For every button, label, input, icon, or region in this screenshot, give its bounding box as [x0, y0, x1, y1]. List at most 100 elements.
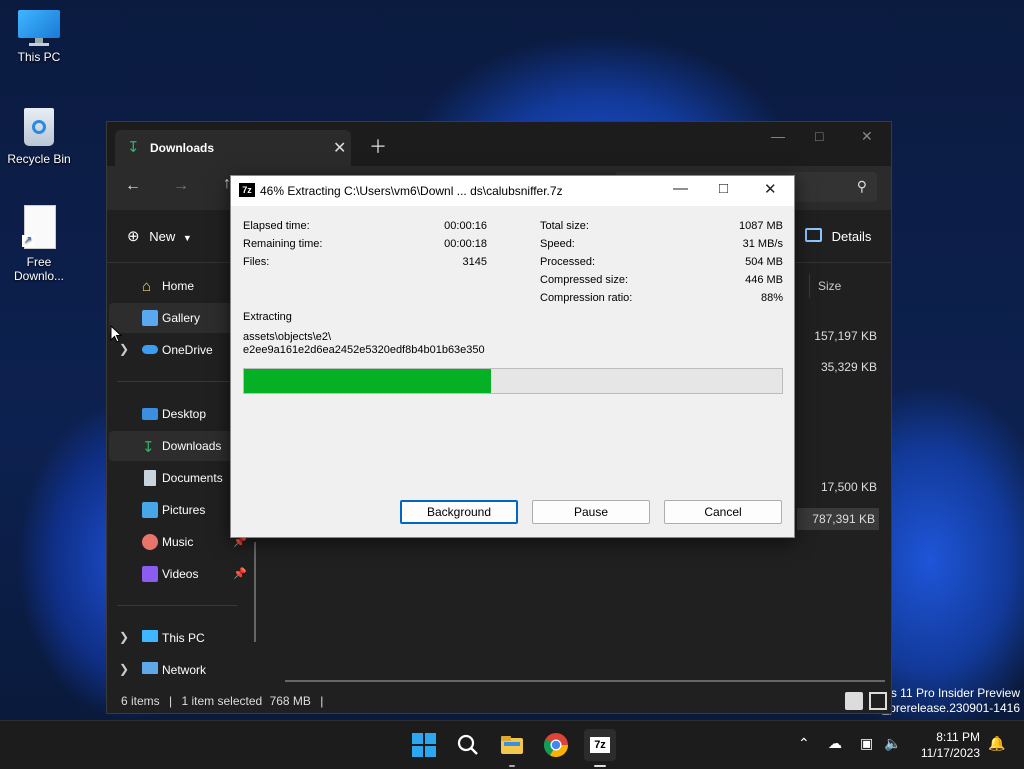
- chevron-right-icon[interactable]: ❯: [119, 662, 129, 676]
- details-view-icon[interactable]: [845, 692, 863, 710]
- clock-date: 11/17/2023: [920, 746, 980, 760]
- monitor-icon: [18, 10, 60, 46]
- start-windows-icon[interactable]: [408, 729, 440, 761]
- desktop-icon-label: Recycle Bin: [7, 152, 71, 166]
- dialog-title: 46% Extracting C:\Users\vm6\Downl ... ds…: [260, 184, 563, 198]
- file-shortcut-icon: ↗: [22, 205, 56, 251]
- file-size-cell-selected[interactable]: 787,391 KB: [797, 508, 879, 530]
- chevron-right-icon[interactable]: ❯: [119, 630, 129, 644]
- files-label: Files:: [243, 256, 270, 268]
- videos-icon: [142, 566, 158, 582]
- compressed-size-value: 446 MB: [745, 274, 783, 286]
- total-size-label: Total size:: [540, 220, 589, 232]
- desktop-icon-recycle-bin[interactable]: Recycle Bin: [4, 106, 74, 166]
- speed-value: 31 MB/s: [742, 238, 783, 250]
- desktop-icon-label: Free Downlo...: [13, 255, 65, 283]
- dialog-titlebar[interactable]: 7z 46% Extracting C:\Users\vm6\Downl ...…: [231, 176, 794, 206]
- close-icon[interactable]: ✕: [764, 180, 777, 198]
- sidebar-item-label: OneDrive: [162, 343, 213, 357]
- status-bar: 6 items | 1 item selected 768 MB |: [121, 694, 323, 708]
- current-path-line1: assets\objects\e2\: [243, 331, 332, 343]
- sidebar-item-label: Desktop: [162, 407, 207, 421]
- gallery-icon: [142, 310, 158, 326]
- back-arrow-icon[interactable]: ←: [125, 177, 141, 195]
- minimize-icon[interactable]: —: [771, 128, 785, 144]
- network-monitor-icon[interactable]: ▣: [860, 735, 873, 752]
- pause-button[interactable]: Pause: [532, 500, 650, 524]
- home-icon: ⌂: [142, 278, 152, 295]
- explorer-titlebar[interactable]: ↧ Downloads ✕ ＋ — □ ✕: [107, 122, 891, 166]
- watermark-line2: s_prerelease.230901-1416: [876, 701, 1020, 715]
- horizontal-scrollbar[interactable]: [285, 680, 885, 682]
- volume-muted-icon[interactable]: 🔈: [884, 735, 901, 752]
- speed-label: Speed:: [540, 238, 575, 250]
- total-size-value: 1087 MB: [738, 220, 783, 232]
- close-icon[interactable]: ✕: [861, 128, 873, 145]
- cancel-button[interactable]: Cancel: [664, 500, 782, 524]
- sidebar-item-label: Videos: [162, 567, 199, 581]
- network-icon: [142, 662, 158, 674]
- desktop-icon-free-download[interactable]: ↗ Free Downlo...: [4, 205, 74, 283]
- minimize-icon[interactable]: —: [673, 180, 688, 197]
- extract-progress-dialog[interactable]: 7z 46% Extracting C:\Users\vm6\Downl ...…: [230, 175, 795, 538]
- column-header-label: Size: [818, 279, 842, 293]
- new-button-label: New: [149, 229, 176, 244]
- close-tab-icon[interactable]: ✕: [333, 138, 346, 158]
- file-size-cell: 17,500 KB: [820, 480, 877, 494]
- sidebar-item-videos[interactable]: Videos 📌: [109, 559, 265, 589]
- details-pane-button[interactable]: Details: [805, 228, 871, 244]
- item-count: 6 items: [121, 694, 160, 708]
- files-value: 3145: [462, 256, 487, 268]
- processed-label: Processed:: [540, 256, 596, 268]
- music-icon: [142, 534, 158, 550]
- file-explorer-icon[interactable]: [496, 729, 528, 767]
- compression-ratio-value: 88%: [760, 292, 783, 304]
- new-tab-icon[interactable]: ＋: [369, 133, 387, 159]
- details-label: Details: [831, 229, 872, 244]
- progress-bar: [243, 368, 783, 394]
- new-button[interactable]: ⊕ New ▼: [127, 227, 192, 245]
- progress-bar-fill: [244, 369, 492, 393]
- forward-arrow-icon[interactable]: →: [173, 177, 189, 195]
- sidebar-scrollbar[interactable]: [254, 542, 256, 642]
- maximize-icon[interactable]: □: [815, 128, 823, 144]
- file-size-cell: 35,329 KB: [820, 360, 877, 374]
- chevron-down-icon: ▼: [182, 233, 192, 243]
- processed-value: 504 MB: [745, 256, 783, 268]
- 7zip-taskbar-icon[interactable]: 7z: [584, 729, 616, 767]
- desktop-icon-this-pc[interactable]: This PC: [4, 10, 74, 64]
- selection-size: 768 MB: [269, 694, 311, 708]
- chevron-up-icon[interactable]: ⌃: [798, 735, 810, 752]
- tiles-view-icon[interactable]: [869, 692, 887, 710]
- remaining-value: 00:00:18: [444, 238, 487, 250]
- sidebar-item-this-pc[interactable]: ❯ This PC: [109, 623, 265, 653]
- notification-bell-icon[interactable]: 🔔: [988, 735, 1005, 752]
- background-button[interactable]: Background: [400, 500, 518, 524]
- chevron-right-icon[interactable]: ❯: [119, 342, 129, 356]
- sidebar-item-network[interactable]: ❯ Network: [109, 655, 265, 685]
- elapsed-label: Elapsed time:: [243, 220, 310, 232]
- sidebar-divider: [117, 381, 237, 382]
- document-icon: [144, 470, 156, 486]
- column-header-size[interactable]: Size: [809, 274, 881, 298]
- file-size-cell: 157,197 KB: [814, 329, 877, 343]
- download-icon: ↧: [142, 439, 155, 456]
- search-icon: ⚲: [856, 178, 867, 194]
- maximize-icon[interactable]: □: [719, 180, 728, 197]
- mouse-cursor: [110, 325, 122, 343]
- sidebar-divider: [117, 605, 237, 606]
- chrome-icon[interactable]: [540, 729, 572, 761]
- plus-circle-icon: ⊕: [127, 228, 140, 245]
- taskbar-clock[interactable]: 8:11 PM 11/17/2023: [908, 729, 980, 761]
- tab-downloads[interactable]: ↧ Downloads ✕: [115, 130, 351, 166]
- selection-count: 1 item selected: [181, 694, 263, 708]
- search-icon[interactable]: [452, 729, 484, 761]
- os-watermark: ws 11 Pro Insider Preview s_prerelease.2…: [877, 686, 1020, 716]
- cloud-offline-icon[interactable]: ☁: [828, 735, 842, 752]
- sidebar-item-label: Network: [162, 663, 207, 677]
- monitor-icon: [142, 630, 158, 642]
- extracting-label: Extracting: [243, 311, 292, 323]
- sidebar-item-label: Documents: [162, 471, 223, 485]
- pin-icon[interactable]: 📌: [233, 567, 247, 580]
- desktop-folder-icon: [142, 408, 158, 420]
